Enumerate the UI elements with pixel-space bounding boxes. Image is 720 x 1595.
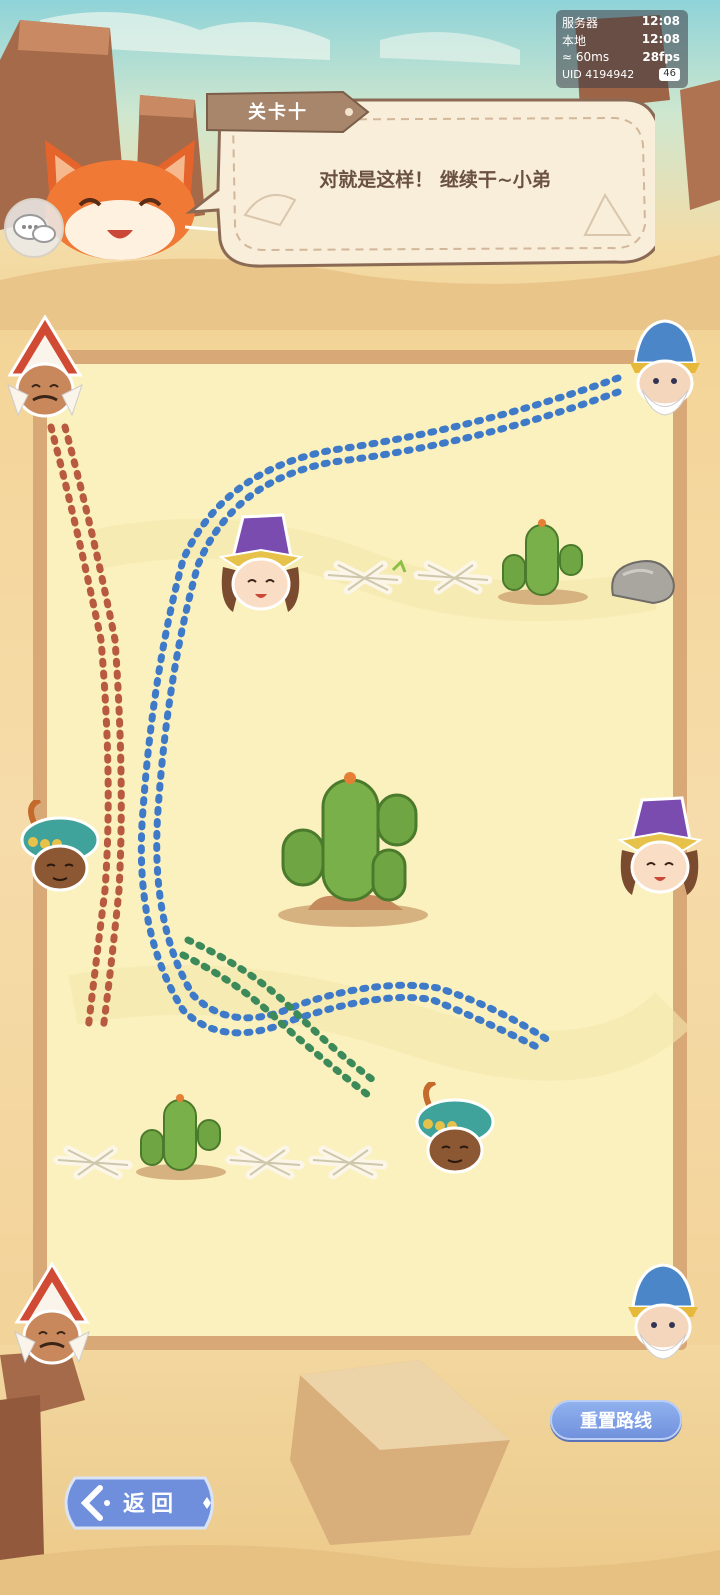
- red-hat-elder-character[interactable]: [0, 315, 90, 425]
- server-label: 服务器: [562, 16, 599, 30]
- uid-label: UID: [562, 68, 582, 81]
- wifi-icon: ≈: [562, 50, 573, 64]
- game-board[interactable]: [33, 350, 687, 1350]
- blue-hat-elder-character[interactable]: [620, 318, 710, 418]
- back-button-label[interactable]: 返回: [123, 1486, 179, 1518]
- purple-hat-girl-character[interactable]: [213, 512, 308, 622]
- red-hat-elder-character[interactable]: [5, 1262, 100, 1372]
- battery-icon: 46: [659, 68, 680, 81]
- purple-hat-girl-character[interactable]: [612, 795, 707, 905]
- server-time: 12:08: [641, 14, 680, 28]
- reset-route-button[interactable]: 重置路线: [550, 1400, 682, 1440]
- uid-value: 4194942: [585, 68, 635, 81]
- game-scene: 服务器 12:08 本地 12:08 ≈ 60ms 28fps UID 4194…: [0, 0, 720, 1595]
- dialog-text: 对就是这样！ 继续干~小弟: [319, 169, 551, 191]
- fps-value: 28fps: [642, 50, 680, 64]
- network-status-panel: 服务器 12:08 本地 12:08 ≈ 60ms 28fps UID 4194…: [556, 10, 688, 88]
- rock-obstacle: [611, 560, 675, 605]
- chat-button[interactable]: [4, 198, 64, 258]
- ping-value: 60ms: [575, 50, 610, 64]
- battery-level: 46: [663, 68, 676, 79]
- blue-hat-elder-character[interactable]: [618, 1262, 708, 1362]
- turban-boy-character[interactable]: [5, 800, 105, 900]
- turban-boy-character[interactable]: [400, 1082, 500, 1187]
- local-time: 12:08: [641, 32, 680, 46]
- level-title: 关卡十: [248, 102, 308, 123]
- chat-bubbles-icon: [13, 214, 56, 243]
- local-label: 本地: [562, 34, 587, 48]
